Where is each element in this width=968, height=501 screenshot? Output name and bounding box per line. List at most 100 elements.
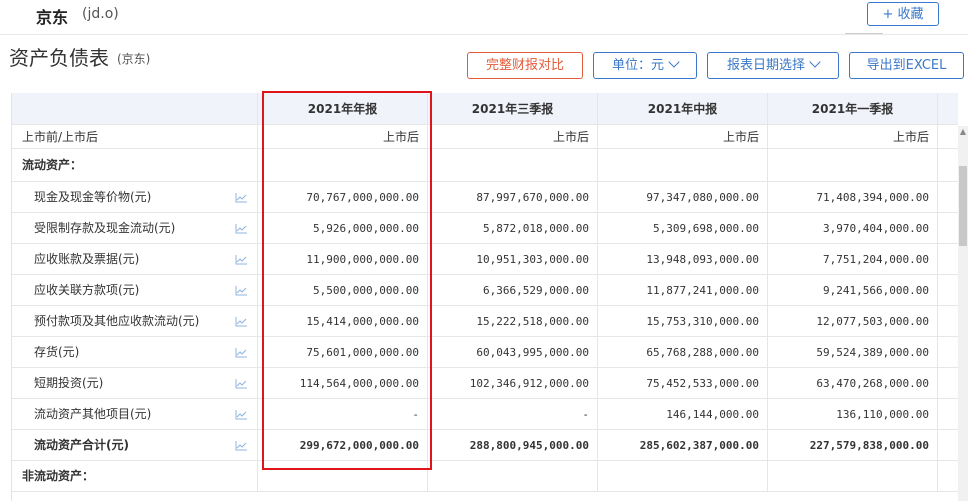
value-cell: 285,602,387,000.00 (598, 430, 768, 460)
trend-chart-icon[interactable] (235, 192, 247, 203)
value-cell: 10,951,303,000.00 (428, 244, 598, 274)
header-blank (12, 93, 258, 124)
row-spacer (938, 461, 958, 491)
trend-chart-icon[interactable] (235, 440, 247, 451)
row-label: 存货(元) (12, 337, 258, 367)
row-label: 应收关联方款项(元) (12, 275, 258, 305)
page-title: 资产负债表 (9, 46, 109, 70)
row-label: 受限制存款及现金流动(元) (12, 213, 258, 243)
row-label: 流动资产其他项目(元) (12, 399, 258, 429)
value-cell: 13,948,093,000.00 (598, 244, 768, 274)
value-cell: - (258, 399, 428, 429)
table-row: 存货(元) 75,601,000,000.00 60,043,995,000.00 6… (12, 337, 958, 368)
table-row: 流动资产： (12, 149, 958, 182)
table-header: 2021年年报 2021年三季报 2021年中报 2021年一季报 (12, 93, 958, 125)
value-cell: - (428, 399, 598, 429)
value-cell: 227,579,838,000.00 (768, 430, 938, 460)
row-spacer (938, 306, 958, 336)
value-cell: 7,751,204,000.00 (768, 244, 938, 274)
chevron-down-icon (809, 56, 821, 68)
value-cell: 59,524,389,000.00 (768, 337, 938, 367)
value-cell: 63,470,268,000.00 (768, 368, 938, 398)
table-row: 现金及现金等价物(元) 70,767,000,000.00 87,997,670,0… (12, 182, 958, 213)
value-cell (258, 149, 428, 181)
table-row: 预付款项及其他应收款流动(元) 15,414,000,000.00 15,222,5… (12, 306, 958, 337)
trend-chart-icon[interactable] (235, 378, 247, 389)
value-cell: 5,926,000,000.00 (258, 213, 428, 243)
export-button-label: 导出到EXCEL (866, 58, 947, 73)
row-spacer (938, 430, 958, 460)
table-row: 短期投资(元) 114,564,000,000.00 102,346,912,000… (12, 368, 958, 399)
value-cell: 上市后 (258, 125, 428, 148)
value-cell: 71,408,394,000.00 (768, 182, 938, 212)
row-label: 预付款项及其他应收款流动(元) (12, 306, 258, 336)
value-cell: 12,077,503,000.00 (768, 306, 938, 336)
row-spacer (938, 337, 958, 367)
value-cell: 上市后 (598, 125, 768, 148)
report-date-select[interactable]: 报表日期选择 (707, 52, 839, 79)
value-cell (258, 461, 428, 491)
trend-chart-icon[interactable] (235, 254, 247, 265)
table-row: 流动资产其他项目(元) - -146,144,000.00 136,110,000.0… (12, 399, 958, 430)
divider (845, 33, 883, 34)
company-name: 京东 (36, 8, 69, 27)
row-label: 流动资产： (12, 149, 258, 181)
value-cell: 136,110,000.00 (768, 399, 938, 429)
value-cell: 60,043,995,000.00 (428, 337, 598, 367)
value-cell: 97,347,080,000.00 (598, 182, 768, 212)
value-cell: 15,222,518,000.00 (428, 306, 598, 336)
top-bar: 京东 (jd.o) + 收藏 (0, 0, 968, 35)
value-cell: 70,767,000,000.00 (258, 182, 428, 212)
row-label: 短期投资(元) (12, 368, 258, 398)
row-spacer (938, 275, 958, 305)
value-cell: 11,900,000,000.00 (258, 244, 428, 274)
row-label: 上市前/上市后 (12, 125, 258, 148)
unit-select[interactable]: 单位：元 (593, 52, 697, 79)
compare-button-label: 完整财报对比 (485, 58, 564, 73)
trend-chart-icon[interactable] (235, 316, 247, 327)
scroll-up-icon[interactable]: ▲ (958, 126, 968, 138)
value-cell: 102,346,912,000.00 (428, 368, 598, 398)
date-select-label: 报表日期选择 (726, 58, 805, 73)
row-spacer (938, 368, 958, 398)
row-spacer (938, 244, 958, 274)
trend-chart-icon[interactable] (235, 223, 247, 234)
export-excel-button[interactable]: 导出到EXCEL (849, 52, 964, 79)
value-cell: 65,768,288,000.00 (598, 337, 768, 367)
trend-chart-icon[interactable] (235, 409, 247, 420)
value-cell: 5,872,018,000.00 (428, 213, 598, 243)
trend-chart-icon[interactable] (235, 347, 247, 358)
row-spacer (938, 125, 958, 148)
table-row: 流动资产合计(元) 299,672,000,000.00 288,800,945,0… (12, 430, 958, 461)
value-cell: 11,877,241,000.00 (598, 275, 768, 305)
ticker-symbol: (jd.o) (82, 6, 119, 22)
scrollbar[interactable]: ▲ (958, 126, 968, 501)
value-cell: 75,452,533,000.00 (598, 368, 768, 398)
trend-chart-icon[interactable] (235, 285, 247, 296)
value-cell (428, 149, 598, 181)
value-cell: 9,241,566,000.00 (768, 275, 938, 305)
value-cell (598, 461, 768, 491)
row-spacer (938, 399, 958, 429)
value-cell: 5,309,698,000.00 (598, 213, 768, 243)
scroll-thumb[interactable] (959, 166, 967, 246)
value-cell: 114,564,000,000.00 (258, 368, 428, 398)
chevron-down-icon (668, 56, 680, 68)
row-label: 流动资产合计(元) (12, 430, 258, 460)
value-cell (598, 149, 768, 181)
value-cell: 3,970,404,000.00 (768, 213, 938, 243)
full-report-compare-button[interactable]: 完整财报对比 (467, 52, 583, 79)
column-header: 2021年一季报 (768, 93, 938, 124)
value-cell: 上市后 (768, 125, 938, 148)
row-spacer (938, 149, 958, 181)
value-cell (768, 461, 938, 491)
favorite-button[interactable]: + 收藏 (867, 2, 939, 26)
table-row: 非流动资产： (12, 461, 958, 492)
column-header: 2021年中报 (598, 93, 768, 124)
value-cell: 75,601,000,000.00 (258, 337, 428, 367)
column-header: 2021年年报 (258, 93, 428, 124)
value-cell: 15,753,310,000.00 (598, 306, 768, 336)
value-cell: 6,366,529,000.00 (428, 275, 598, 305)
value-cell (428, 461, 598, 491)
row-label: 非流动资产： (12, 461, 258, 491)
